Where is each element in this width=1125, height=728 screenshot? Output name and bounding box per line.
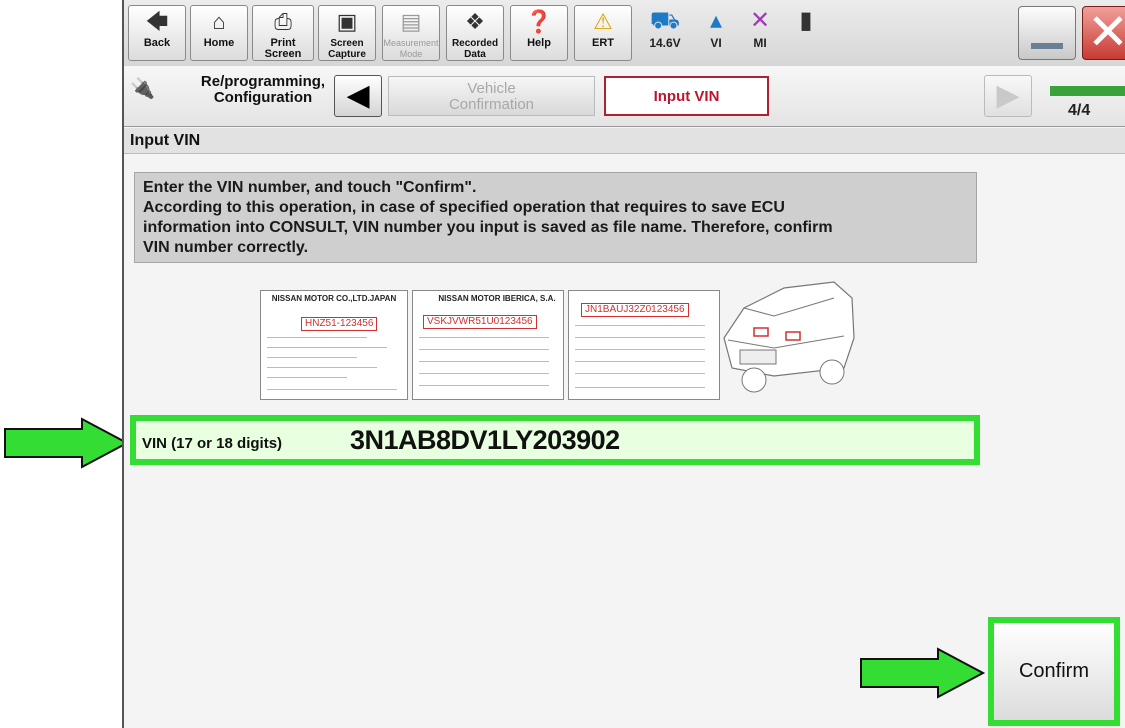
close-icon: ✕: [1087, 4, 1125, 60]
vin-label: VIN (17 or 18 digits): [142, 435, 283, 452]
signal-icon: ▴: [709, 7, 723, 34]
vehicle-vin-location-image: [723, 281, 855, 393]
section-title: Input VIN: [124, 128, 1125, 154]
consult-app-window: 🡄 Back ⌂ Home ⎙ Print Screen ▣ Screen Ca…: [122, 0, 1125, 728]
breadcrumb: Re/programming, Configuration: [200, 73, 326, 106]
car-icon: ⛟: [649, 7, 681, 34]
minimize-icon: [1031, 43, 1063, 49]
camera-icon: ▣: [336, 9, 358, 34]
printer-icon: ⎙: [274, 9, 292, 34]
help-icon: ❓: [525, 9, 553, 34]
help-button[interactable]: ❓ Help: [510, 5, 568, 61]
confirm-button[interactable]: Confirm: [988, 617, 1120, 726]
close-button[interactable]: ✕: [1082, 6, 1125, 60]
minimize-button[interactable]: [1018, 6, 1076, 60]
home-button[interactable]: ⌂ Home: [190, 5, 248, 61]
battery-status: ⛟ 14.6V: [640, 6, 690, 50]
triangle-left-icon: ◀: [346, 79, 370, 112]
vin-plate-china: JN1BAUJ32Z0123456: [568, 290, 720, 400]
toolbar: 🡄 Back ⌂ Home ⎙ Print Screen ▣ Screen Ca…: [124, 0, 1125, 67]
measure-icon: ▤: [400, 9, 422, 34]
step-vehicle-confirmation[interactable]: Vehicle Confirmation: [388, 76, 595, 116]
step-input-vin: Input VIN: [604, 76, 769, 116]
next-step-button[interactable]: ▶: [984, 75, 1032, 117]
screen-capture-button[interactable]: ▣ Screen Capture: [318, 5, 376, 61]
disconnected-icon: ✕: [749, 7, 771, 34]
page-counter: 4/4: [1068, 102, 1091, 119]
reprogramming-icon: 🔌: [130, 78, 155, 100]
vin-input-value[interactable]: 3N1AB8DV1LY203902: [350, 425, 620, 456]
triangle-right-icon: ▶: [996, 79, 1020, 112]
recorded-data-icon: ❖: [465, 9, 485, 34]
back-button[interactable]: 🡄 Back: [128, 5, 186, 61]
print-screen-button[interactable]: ⎙ Print Screen: [252, 5, 314, 61]
instruction-box: Enter the VIN number, and touch "Confirm…: [134, 172, 977, 263]
step-navigation-bar: 🔌 Re/programming, Configuration ◀ Vehicl…: [124, 66, 1125, 127]
confirm-pointer-arrow: [860, 647, 986, 699]
ert-button[interactable]: ⚠ ERT: [574, 5, 632, 61]
vin-plate-japan: NISSAN MOTOR CO.,LTD.JAPAN HNZ51-123456: [260, 290, 408, 400]
vin-plate-iberica: NISSAN MOTOR IBERICA, S.A. VSKJVWR51U012…: [412, 290, 564, 400]
progress-bar: [1050, 86, 1125, 96]
mi-status: ✕ MI: [742, 6, 778, 50]
battery-icon: ▮: [799, 7, 813, 34]
battery-indicator: ▮: [788, 6, 824, 36]
back-arrow-icon: 🡄: [145, 9, 169, 34]
recorded-data-button[interactable]: ❖ Recorded Data: [446, 5, 504, 61]
vin-pointer-arrow: [4, 417, 130, 469]
warning-icon: ⚠: [593, 9, 613, 34]
previous-step-button[interactable]: ◀: [334, 75, 382, 117]
vi-status: ▴ VI: [698, 6, 734, 50]
vin-input-field[interactable]: VIN (17 or 18 digits) 3N1AB8DV1LY203902: [130, 415, 980, 465]
measurement-mode-button[interactable]: ▤ Measurement Mode: [382, 5, 440, 61]
home-icon: ⌂: [212, 9, 226, 34]
